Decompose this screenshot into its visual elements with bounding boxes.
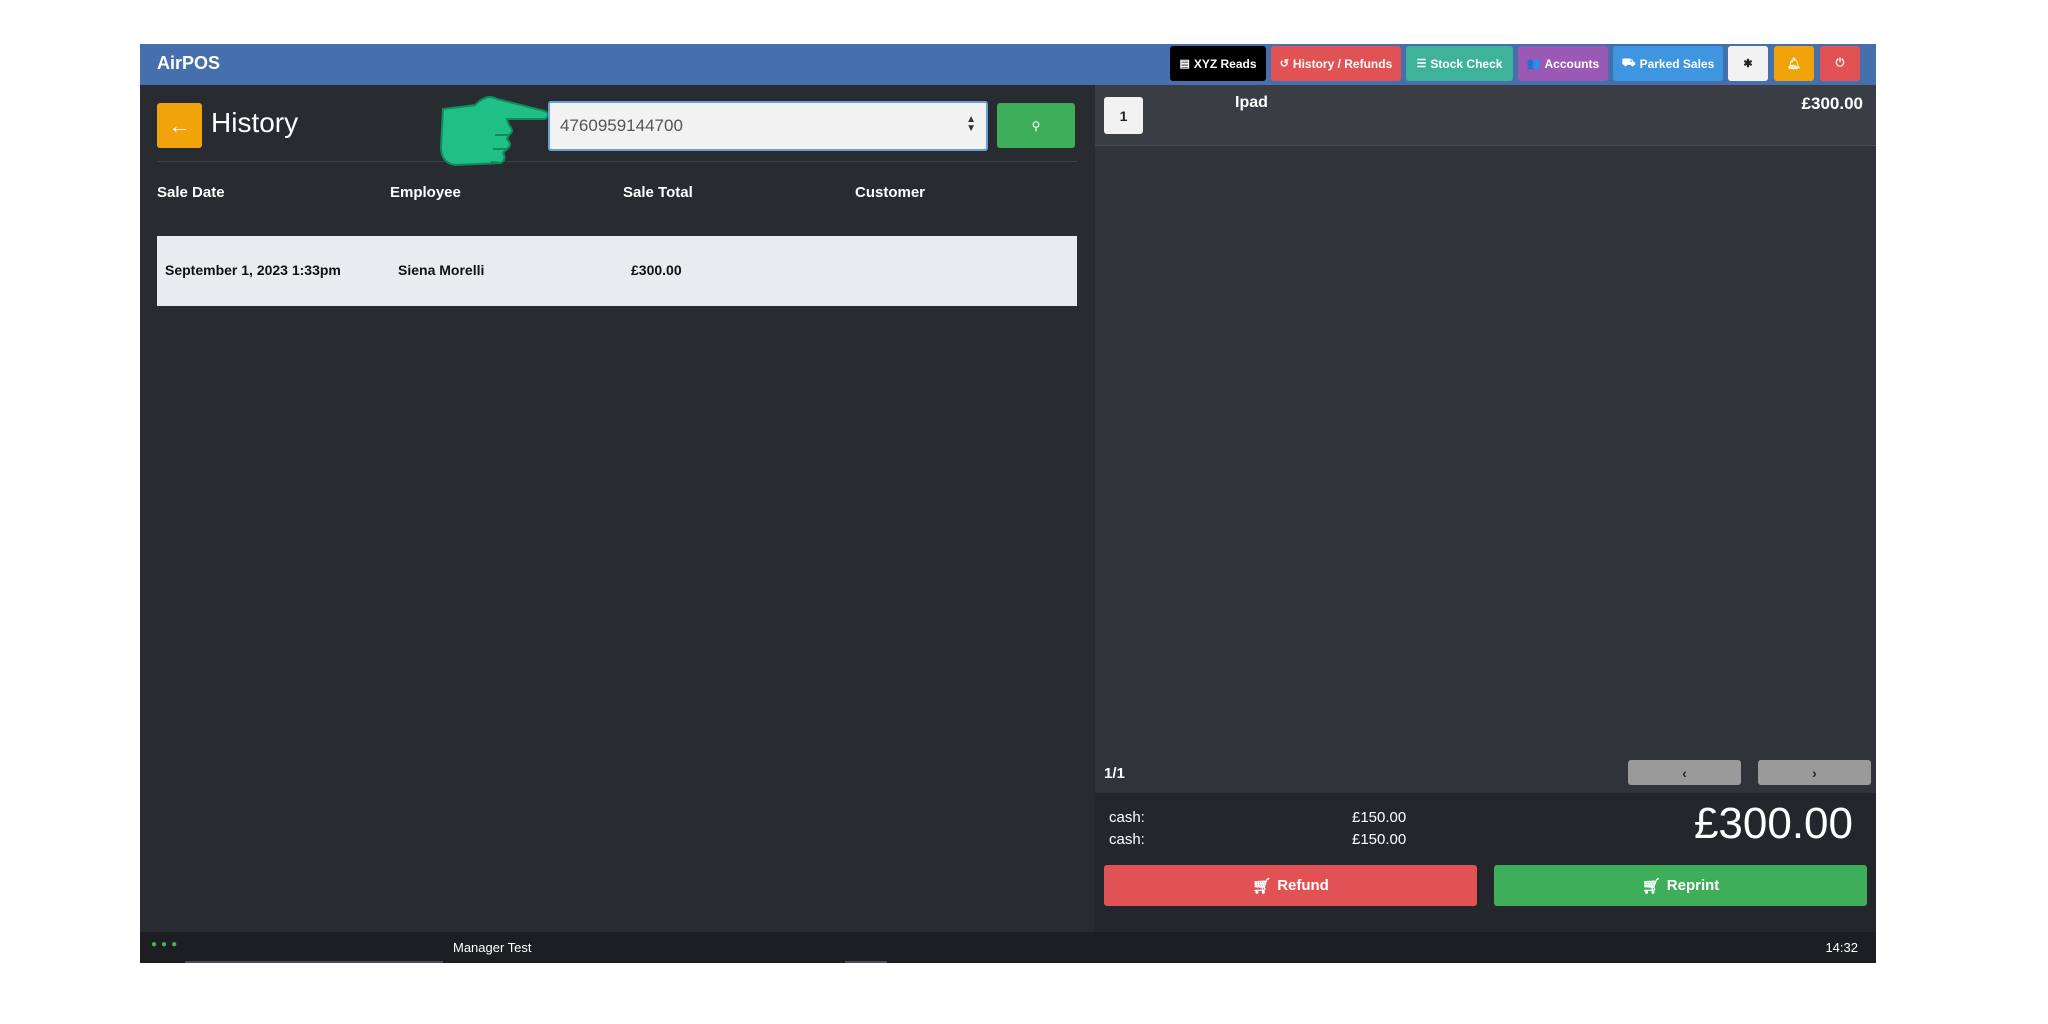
payment-method: cash: <box>1109 809 1145 826</box>
scrollbar-thumb[interactable] <box>845 961 887 963</box>
column-header-customer[interactable]: Customer <box>855 184 925 201</box>
payment-method: cash: <box>1109 831 1145 848</box>
connection-status-icon: ●●● <box>151 939 182 950</box>
number-spinner[interactable]: ▲ ▼ <box>966 115 976 134</box>
search-button[interactable]: ⚲ <box>997 103 1075 148</box>
history-refunds-label: History / Refunds <box>1292 56 1393 71</box>
previous-page-button[interactable]: ‹ <box>1628 760 1741 785</box>
chevron-right-icon: › <box>1812 764 1817 781</box>
cell-sale-total: £300.00 <box>631 262 682 278</box>
reprint-button[interactable]: 🛒︎ Reprint <box>1494 865 1867 906</box>
search-input-value: 4760959144700 <box>560 116 683 135</box>
settings-button[interactable]: ✱ <box>1728 46 1768 81</box>
reprint-label: Reprint <box>1666 877 1720 894</box>
status-bar: ●●● Manager Test 14:32 <box>140 932 1876 963</box>
totals-area: cash: £150.00 cash: £150.00 £300.00 🛒︎ R… <box>1095 793 1876 932</box>
cart-icon: 🛒︎ <box>1641 877 1661 895</box>
item-price: £300.00 <box>1801 94 1863 113</box>
sale-detail-panel: 1 Ipad £300.00 1/1 ‹ › cash: £150.00 cas… <box>1095 85 1876 932</box>
history-panel: ← History 4760959144700 ▲ ▼ ⚲ Sale Date E… <box>140 85 1095 932</box>
accounts-button[interactable]: 👥 Accounts <box>1518 46 1608 81</box>
power-button[interactable]: ⏻ <box>1820 46 1860 81</box>
top-bar: AirPOS ▤ XYZ Reads ↺ History / Refunds ☰… <box>140 44 1876 85</box>
page-indicator: 1/1 <box>1104 765 1125 782</box>
power-icon: ⏻ <box>1835 57 1845 69</box>
column-header-employee[interactable]: Employee <box>390 184 461 201</box>
payment-amount: £150.00 <box>1352 831 1407 848</box>
column-header-sale-date[interactable]: Sale Date <box>157 184 225 201</box>
refund-label: Refund <box>1277 877 1329 894</box>
xyz-reads-label: XYZ Reads <box>1193 56 1257 71</box>
cell-sale-date: September 1, 2023 1:33pm <box>165 262 341 278</box>
stock-check-label: Stock Check <box>1430 56 1503 71</box>
logged-in-user: Manager Test <box>453 940 532 955</box>
accounts-label: Accounts <box>1544 56 1600 71</box>
users-icon: 👥 <box>1526 58 1541 70</box>
bell-icon: 🔔︎ <box>1787 58 1801 70</box>
cell-employee: Siena Morelli <box>398 262 485 278</box>
gear-icon: ✱ <box>1743 58 1753 70</box>
app-title: AirPOS <box>157 53 221 73</box>
page-title: History <box>211 107 299 138</box>
keyboard-icon: ▤ <box>1179 58 1190 70</box>
table-row[interactable]: September 1, 2023 1:33pm Siena Morelli £… <box>157 236 1077 306</box>
history-refunds-button[interactable]: ↺ History / Refunds <box>1271 46 1401 81</box>
sale-total: £300.00 <box>1693 799 1853 848</box>
pointing-hand-icon <box>439 96 549 167</box>
history-icon: ↺ <box>1279 58 1289 70</box>
notifications-button[interactable]: 🔔︎ <box>1774 46 1814 81</box>
clock: 14:32 <box>1825 940 1858 955</box>
search-input[interactable]: 4760959144700 ▲ ▼ <box>548 101 988 151</box>
list-icon: ☰ <box>1416 58 1427 70</box>
item-quantity[interactable]: 1 <box>1104 97 1143 134</box>
xyz-reads-button[interactable]: ▤ XYZ Reads <box>1170 46 1266 81</box>
car-icon: ⛟ <box>1621 56 1636 69</box>
back-button[interactable]: ← <box>157 103 202 148</box>
stock-check-button[interactable]: ☰ Stock Check <box>1406 46 1513 81</box>
pos-window: AirPOS ▤ XYZ Reads ↺ History / Refunds ☰… <box>140 44 1876 963</box>
parked-sales-label: Parked Sales <box>1639 56 1715 71</box>
next-page-button[interactable]: › <box>1758 760 1871 785</box>
column-header-sale-total[interactable]: Sale Total <box>623 184 693 201</box>
item-name: Ipad <box>1235 94 1268 111</box>
sale-item-row[interactable]: 1 Ipad £300.00 <box>1095 85 1876 146</box>
divider <box>157 161 1077 162</box>
search-icon: ⚲ <box>1031 118 1041 133</box>
scrollbar[interactable] <box>185 961 443 963</box>
arrow-left-icon: ← <box>168 112 191 138</box>
refund-button[interactable]: 🛒︎ Refund <box>1104 865 1477 906</box>
payment-amount: £150.00 <box>1352 809 1407 826</box>
cart-icon: 🛒︎ <box>1252 877 1272 895</box>
chevron-left-icon: ‹ <box>1682 764 1687 781</box>
parked-sales-button[interactable]: ⛟ Parked Sales <box>1613 46 1723 81</box>
